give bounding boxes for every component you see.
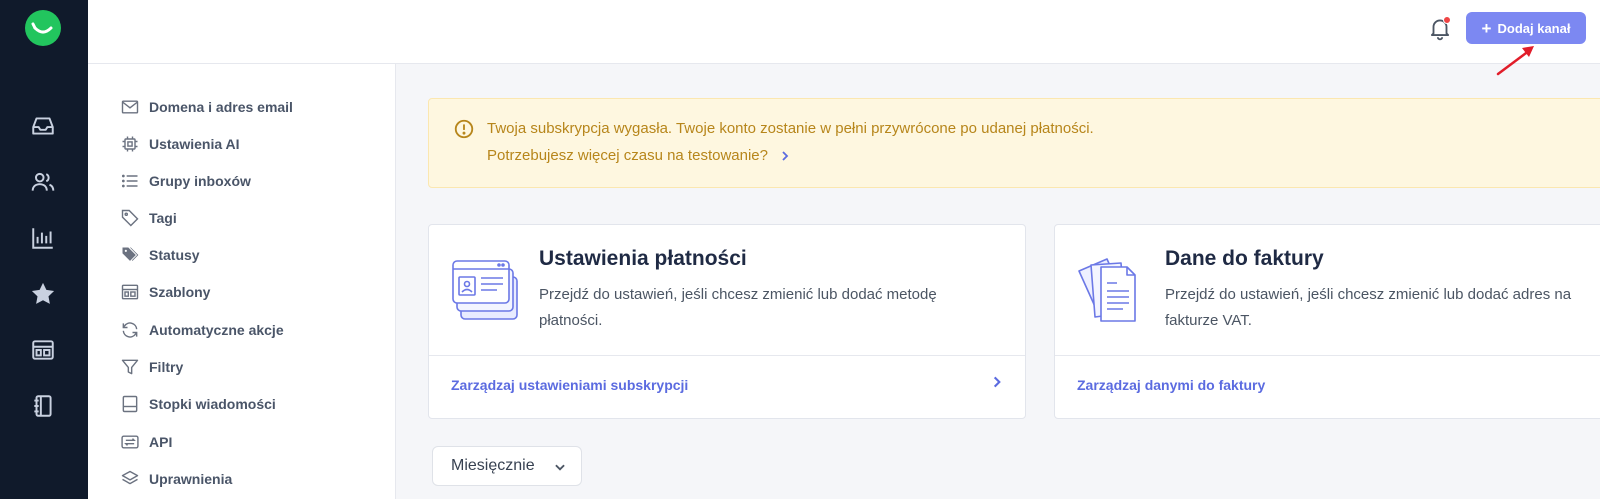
sidebar-item-label: Uprawnienia [149,471,233,487]
chevron-right-icon [782,150,789,161]
footer-icon [120,394,140,414]
sidebar-item-statuses[interactable]: Statusy [120,243,200,267]
sidebar-item-automations[interactable]: Automatyczne akcje [120,318,284,342]
tag-icon [120,208,140,228]
list-icon [120,171,140,191]
sidebar-item-ai[interactable]: Ustawienia AI [120,132,240,156]
sidebar-item-label: Tagi [149,210,177,226]
card-divider [429,355,1025,356]
manage-invoice-data-link[interactable]: Zarządzaj danymi do faktury [1077,377,1265,393]
add-channel-label: Dodaj kanał [1497,20,1571,36]
sidebar-item-permissions[interactable]: Uprawnienia [120,467,232,491]
billing-period-select[interactable]: Miesięcznie [432,446,582,486]
sidebar-item-templates[interactable]: Szablony [120,280,210,304]
top-bar [88,0,1600,64]
alert-message: Twoja subskrypcja wygasła. Twoje konto z… [487,120,1094,137]
app-logo[interactable] [25,10,61,46]
template-icon [120,282,140,302]
card-title: Ustawienia płatności [539,247,747,270]
sidebar-item-inbox-groups[interactable]: Grupy inboxów [120,169,251,193]
inbox-icon[interactable] [29,112,57,140]
api-icon [120,432,140,452]
manage-subscription-link[interactable]: Zarządzaj ustawieniami subskrypcji [451,377,688,393]
sidebar-item-tags[interactable]: Tagi [120,206,177,230]
payment-settings-card: Ustawienia płatności Przejdź do ustawień… [428,224,1026,419]
refresh-icon [120,320,140,340]
notification-dot [1443,16,1451,24]
card-description: Przejdź do ustawień, jeśli chcesz zmieni… [539,286,937,329]
sidebar-item-footers[interactable]: Stopki wiadomości [120,392,276,416]
dashboard-icon[interactable] [29,336,57,364]
card-description: Przejdź do ustawień, jeśli chcesz zmieni… [1165,286,1572,329]
users-icon[interactable] [29,168,57,196]
invoice-data-card: Dane do faktury Przejdź do ustawień, jeś… [1054,224,1600,419]
filter-icon [120,357,140,377]
sidebar-item-label: Szablony [149,284,211,300]
chip-icon [120,134,140,154]
reports-icon[interactable] [29,224,57,252]
chevron-right-icon[interactable] [991,375,1003,389]
add-channel-button[interactable]: + Dodaj kanał [1466,12,1586,44]
tags-icon [120,245,140,265]
sidebar-item-label: Automatyczne akcje [149,322,284,338]
sidebar-item-label: API [149,434,173,450]
trial-extension-link[interactable]: Potrzebujesz więcej czasu na testowanie? [487,147,790,164]
invoice-documents-illustration [1078,258,1136,322]
envelope-icon [120,97,140,117]
sidebar-item-domain[interactable]: Domena i adres email [120,95,293,119]
alert-circle-icon [453,118,475,140]
sidebar-item-label: Statusy [149,247,200,263]
card-title: Dane do faktury [1165,247,1324,270]
subscription-expired-alert: Twoja subskrypcja wygasła. Twoje konto z… [428,98,1600,188]
chevron-down-icon [555,464,565,471]
sidebar-item-label: Ustawienia AI [149,136,240,152]
payment-card-illustration [452,260,518,320]
settings-sidebar: Domena i adres email Ustawienia AI Grupy… [88,64,396,499]
sidebar-item-label: Stopki wiadomości [149,396,276,412]
star-icon[interactable] [29,280,57,308]
contacts-book-icon[interactable] [29,392,57,420]
billing-period-value: Miesięcznie [451,457,535,474]
red-arrow-annotation [1496,46,1534,76]
sidebar-item-api[interactable]: API [120,430,172,454]
card-divider [1055,355,1600,356]
sidebar-item-label: Domena i adres email [149,99,293,115]
sidebar-item-filters[interactable]: Filtry [120,355,183,379]
trial-extension-label: Potrzebujesz więcej czasu na testowanie? [487,147,768,164]
app-rail [0,0,88,499]
sidebar-item-label: Filtry [149,359,184,375]
plus-icon: + [1481,18,1492,38]
layers-icon [120,469,140,489]
sidebar-item-label: Grupy inboxów [149,173,251,189]
